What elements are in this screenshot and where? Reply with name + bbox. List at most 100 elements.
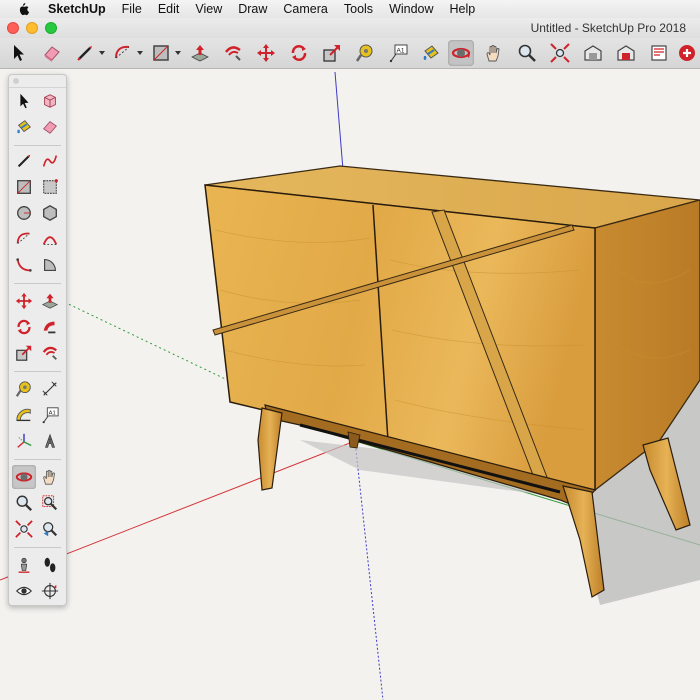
palette-3d-text-tool[interactable] [38,429,62,453]
palette-line-tool[interactable] [12,149,36,173]
palette-push-pull-tool[interactable] [38,289,62,313]
palette-title-bar[interactable] [9,75,66,88]
push-pull-tool-icon [41,293,59,309]
palette-zoom-tool[interactable] [12,491,36,515]
line-tool-button[interactable] [72,40,98,66]
zoom-tool-icon [16,495,33,512]
palette-freehand-tool[interactable] [38,149,62,173]
minimize-window-button[interactable] [26,22,38,34]
palette-pie-tool[interactable] [38,253,62,277]
menu-view[interactable]: View [195,2,222,16]
paint-bucket-tool-icon [423,45,439,60]
arc-tool-icon [115,45,130,59]
move-tool-button[interactable] [253,40,279,66]
palette-previous-view-tool[interactable] [38,517,62,541]
palette-zoom-extents-tool[interactable] [12,517,36,541]
offset-tool-icon [225,46,241,61]
extension-warehouse-button[interactable] [613,40,639,66]
palette-dimension-tool[interactable] [38,377,62,401]
3d-text-tool-icon [44,433,56,448]
palette-pan-tool[interactable] [38,465,62,489]
blue-axis [334,71,344,171]
line-tool-dropdown-icon[interactable] [99,50,105,56]
menu-help[interactable]: Help [450,2,476,16]
palette-axes-tool[interactable] [12,429,36,453]
eraser-tool-button[interactable] [39,40,65,66]
palette-close-button[interactable] [13,78,19,84]
arc-tool-dropdown-icon[interactable] [137,50,143,56]
palette-look-around-tool[interactable] [12,579,36,603]
offset-tool-button[interactable] [220,40,246,66]
window-title-bar: Untitled - SketchUp Pro 2018 [0,18,700,38]
paint-bucket-tool-icon [17,120,31,134]
zoom-tool-button[interactable] [514,40,540,66]
zoom-tool-icon [518,44,536,62]
palette-rectangle-tool[interactable] [12,175,36,199]
palette-select-tool[interactable] [12,89,36,113]
palette-polygon-tool[interactable] [38,201,62,225]
palette-three-point-arc-tool[interactable] [12,253,36,277]
dimension-tool-icon [42,381,57,396]
text-tool-button[interactable]: A1 [385,40,411,66]
extension-manager-button[interactable] [674,40,700,66]
model-viewport[interactable] [0,69,700,700]
palette-paint-bucket-tool[interactable] [12,115,36,139]
rectangle-tool-dropdown-icon[interactable] [175,50,181,56]
palette-eraser-tool[interactable] [38,115,62,139]
select-tool-icon [20,93,29,109]
app-menu[interactable]: SketchUp [48,2,106,16]
large-tool-set-palette: A1 [8,74,67,606]
palette-arc-tool[interactable] [12,227,36,251]
pan-tool-button[interactable] [481,40,507,66]
rectangle-tool-button[interactable] [148,40,174,66]
move-tool-icon [257,44,275,62]
menu-edit[interactable]: Edit [158,2,180,16]
palette-rotate-tool[interactable] [12,315,36,339]
tape-measure-tool-button[interactable] [352,40,378,66]
palette-orbit-tool[interactable] [12,465,36,489]
extension-warehouse-icon [617,45,635,61]
tape-measure-tool-icon [15,381,31,397]
palette-follow-me-tool[interactable] [38,315,62,339]
menu-draw[interactable]: Draw [238,2,267,16]
menu-window[interactable]: Window [389,2,433,16]
axes-tool-icon [17,433,32,448]
palette-make-component-tool[interactable] [38,89,62,113]
palette-move-tool[interactable] [12,289,36,313]
section-plane-tool-icon [41,582,59,600]
menu-bar: SketchUp File Edit View Draw Camera Tool… [0,0,700,19]
paint-bucket-tool-button[interactable] [418,40,444,66]
palette-rotated-rectangle-tool[interactable] [38,175,62,199]
orbit-tool-button[interactable] [448,40,474,66]
menu-camera[interactable]: Camera [283,2,327,16]
zoom-extents-tool-button[interactable] [547,40,573,66]
arc-tool-icon [16,232,30,244]
close-window-button[interactable] [7,22,19,34]
menu-file[interactable]: File [122,2,142,16]
rotate-tool-button[interactable] [286,40,312,66]
palette-zoom-window-tool[interactable] [38,491,62,515]
extension-manager-icon [679,45,695,61]
push-pull-tool-icon [191,45,209,62]
palette-two-point-arc-tool[interactable] [38,227,62,251]
menu-tools[interactable]: Tools [344,2,373,16]
rotate-tool-icon [17,319,31,335]
palette-scale-tool[interactable] [12,341,36,365]
palette-protractor-tool[interactable] [12,403,36,427]
palette-section-plane-tool[interactable] [38,579,62,603]
maximize-window-button[interactable] [45,22,57,34]
layout-button[interactable] [646,40,672,66]
push-pull-tool-button[interactable] [187,40,213,66]
palette-circle-tool[interactable] [12,201,36,225]
palette-tape-measure-tool[interactable] [12,377,36,401]
palette-offset-tool[interactable] [38,341,62,365]
arc-tool-button[interactable] [110,40,136,66]
select-tool-button[interactable] [6,40,32,66]
apple-logo-icon[interactable] [16,2,30,16]
scale-tool-button[interactable] [319,40,345,66]
make-component-icon [44,94,56,108]
palette-walk-tool[interactable] [38,553,62,577]
palette-text-tool[interactable]: A1 [38,403,62,427]
palette-position-camera-tool[interactable] [12,553,36,577]
warehouse-button[interactable] [580,40,606,66]
